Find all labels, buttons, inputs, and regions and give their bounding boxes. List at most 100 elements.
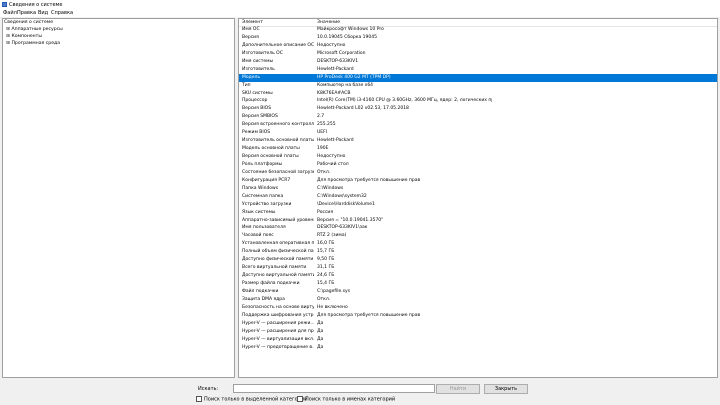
expand-icon[interactable]: ⊞: [6, 40, 10, 47]
table-row[interactable]: Язык системы Россия: [239, 209, 717, 217]
cell-item: Изготовитель: [242, 66, 275, 72]
table-row[interactable]: Часовой пояс RTZ 2 (зима): [239, 232, 717, 240]
cell-item: Доступно виртуальной памяти: [242, 273, 314, 279]
cell-item: Hyper-V — расширения режи...: [242, 320, 314, 326]
cell-item: Изготовитель ОС: [242, 50, 283, 56]
table-row[interactable]: Изготовитель основной платы Hewlett-Packa…: [239, 137, 717, 145]
window-title: Сведения о системе: [9, 2, 63, 8]
cell-item: Имя системы: [242, 58, 274, 64]
table-row[interactable]: Поддержка шифрования устр... Для просмотр…: [239, 312, 717, 320]
checkbox-icon[interactable]: [297, 396, 303, 402]
expand-icon[interactable]: ⊞: [6, 26, 10, 33]
table-row[interactable]: Файл подкачки C:\pagefile.sys: [239, 288, 717, 296]
cell-value: C:\Windows: [317, 185, 344, 191]
cell-item: Поддержка шифрования устр...: [242, 312, 314, 318]
cell-item: Модель: [242, 74, 261, 80]
category-tree[interactable]: Сведения о системе ⊞ Аппаратные ресурсы …: [2, 18, 235, 378]
table-row[interactable]: Папка Windows C:\Windows: [239, 185, 717, 193]
table-row[interactable]: Безопасность на основе вирту... Не включе…: [239, 304, 717, 312]
close-button[interactable]: Закрыть: [484, 384, 528, 394]
table-row[interactable]: Режим BIOS UEFI: [239, 129, 717, 137]
cell-item: Всего виртуальной памяти: [242, 265, 307, 271]
cell-item: Версия основной платы: [242, 154, 299, 159]
search-selected-category-checkbox[interactable]: Поиск только в выделенной категории: [196, 396, 307, 403]
tree-item-software[interactable]: ⊞ Программная среда: [6, 40, 60, 47]
cell-value: Россия: [317, 209, 334, 215]
cell-value: Откл.: [317, 169, 331, 175]
table-row[interactable]: Установленная оперативная па... 16,0 ГБ: [239, 240, 717, 248]
menu-help[interactable]: Справка: [51, 10, 73, 16]
cell-value: Рабочий стол: [317, 161, 349, 167]
cell-value: 24,6 ГБ: [317, 273, 335, 279]
table-row[interactable]: Защита DMA ядра Откл.: [239, 296, 717, 304]
app-icon: [2, 2, 7, 7]
cell-value: Не включено: [317, 304, 348, 310]
cell-value: \Device\HarddiskVolume1: [317, 201, 375, 207]
tree-item-hardware[interactable]: ⊞ Аппаратные ресурсы: [6, 26, 63, 33]
cell-item: Состояние безопасной загрузки: [242, 169, 314, 175]
search-category-names-checkbox[interactable]: Поиск только в именах категорий: [297, 396, 395, 403]
checkbox-icon[interactable]: [196, 396, 202, 402]
table-row[interactable]: Имя системы DESKTOP-633KIV1: [239, 58, 717, 66]
column-header-value[interactable]: Значение: [317, 19, 340, 26]
menu-bar: Файл Правка Вид Справка: [0, 9, 720, 17]
table-row[interactable]: Дополнительное описание ОС Недоступно: [239, 42, 717, 50]
table-row[interactable]: Изготовитель Hewlett-Packard: [239, 66, 717, 74]
cell-value: Microsoft Corporation: [317, 50, 366, 56]
find-button[interactable]: Найти: [436, 384, 480, 394]
cell-item: Hyper-V — предотвращение в...: [242, 344, 314, 350]
table-row[interactable]: Конфигурация PCR7 Для просмотра требуется…: [239, 177, 717, 185]
cell-value: 255.255: [317, 122, 336, 128]
table-row[interactable]: Версия основной платы Недоступно: [239, 153, 717, 161]
table-row[interactable]: Версия SMBIOS 2.7: [239, 113, 717, 121]
table-row[interactable]: Тип Компьютер на базе x64: [239, 82, 717, 90]
cell-value: Для просмотра требуется повышение прав: [317, 177, 421, 183]
table-row[interactable]: Версия BIOS Hewlett-Packard L02 v02.53, 1…: [239, 105, 717, 113]
table-row[interactable]: Доступно физической памяти 9,50 ГБ: [239, 256, 717, 264]
table-row[interactable]: Всего виртуальной памяти 31,1 ГБ: [239, 264, 717, 272]
cell-value: C:\Windows\system32: [317, 193, 367, 199]
cell-item: Безопасность на основе вирту...: [242, 304, 314, 310]
table-row[interactable]: Роль платформы Рабочий стол: [239, 161, 717, 169]
cell-item: Размер файла подкачки: [242, 281, 300, 286]
table-row[interactable]: Hyper-V — расширения для пр... Да: [239, 328, 717, 336]
table-row[interactable]: SKU системы K8K76EA#ACB: [239, 90, 717, 98]
table-row[interactable]: Устройство загрузки \Device\HarddiskVolum…: [239, 201, 717, 209]
menu-view[interactable]: Вид: [38, 10, 48, 16]
table-row[interactable]: Размер файла подкачки 15,4 ГБ: [239, 280, 717, 288]
table-row[interactable]: Версия 10.0.19045 Сборка 19045: [239, 34, 717, 42]
table-row[interactable]: Полный объем физической пам... 15,7 ГБ: [239, 248, 717, 256]
table-row[interactable]: Доступно виртуальной памяти 24,6 ГБ: [239, 272, 717, 280]
cell-item: Доступно физической памяти: [242, 257, 314, 263]
cell-value: HP ProDesk 400 G2 MT (TPM DP): [317, 74, 391, 80]
cell-value: DESKTOP-633KIV1\зак: [317, 225, 368, 231]
table-row[interactable]: Версия встроенного контролл... 255.255: [239, 121, 717, 129]
table-row[interactable]: Hyper-V — виртуализация вкл... Да: [239, 336, 717, 344]
table-row[interactable]: Имя ОС Майкрософт Windows 10 Pro: [239, 26, 717, 34]
table-row[interactable]: Hyper-V — предотвращение в... Да: [239, 344, 717, 352]
cell-value: 10.0.19045 Сборка 19045: [317, 34, 377, 40]
cell-item: Файл подкачки: [242, 288, 279, 294]
expand-icon[interactable]: ⊞: [6, 33, 10, 40]
table-row[interactable]: Процессор Intel(R) Core(TM) i3-4160 CPU @…: [239, 97, 717, 105]
table-row[interactable]: Модель основной платы 190E: [239, 145, 717, 153]
tree-item-components[interactable]: ⊞ Компоненты: [6, 33, 42, 40]
cell-value: Hewlett-Packard: [317, 66, 354, 72]
table-row[interactable]: Состояние безопасной загрузки Откл.: [239, 169, 717, 177]
cell-value: K8K76EA#ACB: [317, 90, 351, 96]
table-row[interactable]: Hyper-V — расширения режи... Да: [239, 320, 717, 328]
table-row[interactable]: Имя пользователя DESKTOP-633KIV1\зак: [239, 224, 717, 232]
tree-item-system-summary[interactable]: Сведения о системе: [4, 19, 53, 26]
menu-file[interactable]: Файл: [3, 10, 17, 16]
search-input[interactable]: [233, 384, 435, 393]
cell-value: 15,4 ГБ: [317, 281, 335, 286]
table-row[interactable]: Изготовитель ОС Microsoft Corporation: [239, 50, 717, 58]
column-header-item[interactable]: Элемент: [242, 19, 263, 26]
cell-item: SKU системы: [242, 90, 273, 96]
menu-edit[interactable]: Правка: [17, 10, 36, 16]
cell-item: Изготовитель основной платы: [242, 138, 314, 144]
table-row[interactable]: Аппаратно-зависимый уровень... Версия = "…: [239, 217, 717, 225]
table-row[interactable]: Модель HP ProDesk 400 G2 MT (TPM DP): [239, 73, 717, 82]
table-row[interactable]: Системная папка C:\Windows\system32: [239, 193, 717, 201]
details-list[interactable]: Элемент Значение Имя ОС Майкрософт Window…: [238, 18, 718, 378]
